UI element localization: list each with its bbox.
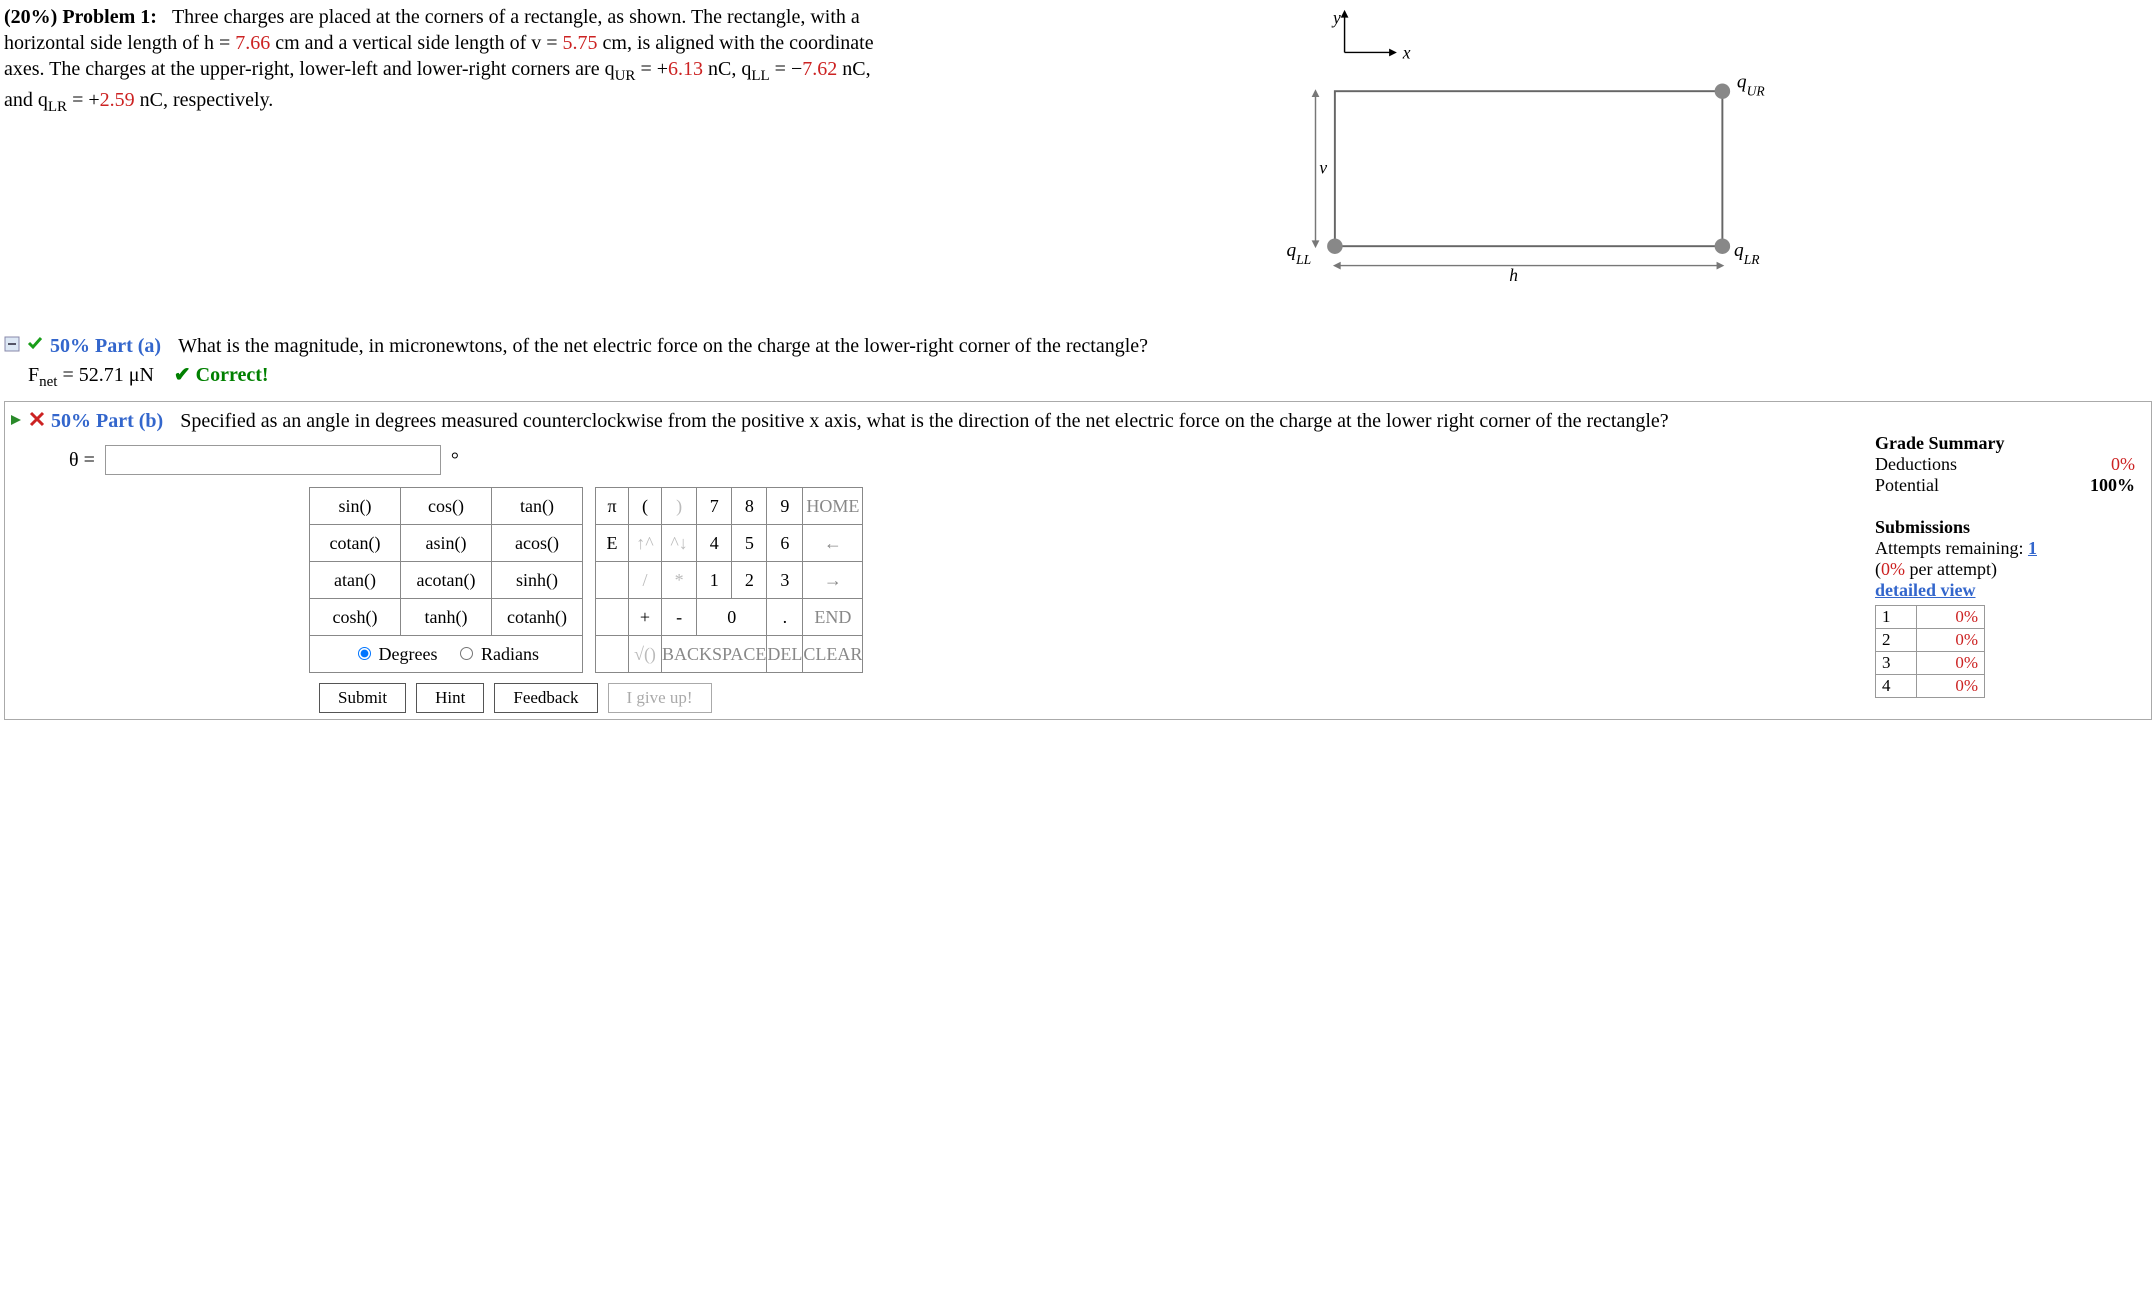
fn-cotan[interactable]: cotan(): [310, 525, 401, 562]
key-supup[interactable]: ↑^: [629, 525, 662, 562]
part-b-weight: 50% Part (b): [51, 410, 163, 433]
key-div[interactable]: /: [629, 562, 662, 599]
svg-text:y: y: [1331, 7, 1341, 27]
key-4[interactable]: 4: [697, 525, 732, 562]
feedback-button[interactable]: Feedback: [494, 683, 597, 713]
fn-acos[interactable]: acos(): [492, 525, 583, 562]
key-5[interactable]: 5: [732, 525, 767, 562]
svg-text:qUR: qUR: [1737, 71, 1765, 98]
key-lparen[interactable]: (: [629, 488, 662, 525]
number-pad: π ( ) 7 8 9 HOME E ↑^ ^↓ 4 5 6: [595, 487, 863, 673]
part-b-panel: 50% Part (b) Specified as an angle in de…: [4, 401, 2152, 720]
fn-cos[interactable]: cos(): [401, 488, 492, 525]
key-9[interactable]: 9: [767, 488, 803, 525]
key-minus[interactable]: -: [662, 599, 697, 636]
fn-sinh[interactable]: sinh(): [492, 562, 583, 599]
key-8[interactable]: 8: [732, 488, 767, 525]
svg-text:v: v: [1319, 158, 1327, 178]
key-blank1: [596, 562, 629, 599]
part-a: 50% Part (a) What is the magnitude, in m…: [4, 334, 2152, 391]
detailed-view-link[interactable]: detailed view: [1875, 580, 1976, 600]
key-end[interactable]: END: [803, 599, 863, 636]
key-dot[interactable]: .: [767, 599, 803, 636]
key-pi[interactable]: π: [596, 488, 629, 525]
play-icon[interactable]: [9, 410, 23, 433]
problem-figure: y x v h qUR qLL qLR: [944, 4, 2152, 314]
key-clear[interactable]: CLEAR: [803, 636, 863, 673]
hint-button[interactable]: Hint: [416, 683, 484, 713]
function-pad: sin() cos() tan() cotan() asin() acos() …: [309, 487, 583, 673]
fn-acotan[interactable]: acotan(): [401, 562, 492, 599]
key-left[interactable]: ←: [803, 525, 863, 562]
fn-cotanh[interactable]: cotanh(): [492, 599, 583, 636]
fn-atan[interactable]: atan(): [310, 562, 401, 599]
answer-input[interactable]: [105, 445, 441, 475]
key-del[interactable]: DEL: [767, 636, 803, 673]
key-e[interactable]: E: [596, 525, 629, 562]
key-3[interactable]: 3: [767, 562, 803, 599]
minus-icon[interactable]: [4, 335, 20, 358]
problem-label: Problem 1:: [62, 6, 157, 28]
giveup-button[interactable]: I give up!: [608, 683, 712, 713]
key-0[interactable]: 0: [697, 599, 767, 636]
part-a-answer: Fnet = 52.71 μN: [28, 364, 154, 386]
fn-asin[interactable]: asin(): [401, 525, 492, 562]
attempts-table: 10% 20% 30% 40%: [1875, 605, 1985, 698]
key-7[interactable]: 7: [697, 488, 732, 525]
svg-text:x: x: [1402, 42, 1411, 62]
submit-button[interactable]: Submit: [319, 683, 406, 713]
svg-text:h: h: [1509, 265, 1518, 285]
key-2[interactable]: 2: [732, 562, 767, 599]
key-home[interactable]: HOME: [803, 488, 863, 525]
correct-badge: ✔ Correct!: [174, 364, 269, 386]
theta-label: θ =: [69, 449, 95, 472]
part-a-weight: 50% Part (a): [50, 335, 161, 358]
svg-text:qLL: qLL: [1286, 240, 1311, 266]
key-mul[interactable]: *: [662, 562, 697, 599]
grade-summary: Grade Summary Deductions0% Potential100%…: [1875, 433, 2147, 698]
check-icon: [26, 334, 44, 358]
key-plus[interactable]: +: [629, 599, 662, 636]
key-supdn[interactable]: ^↓: [662, 525, 697, 562]
fn-tanh[interactable]: tanh(): [401, 599, 492, 636]
fn-cosh[interactable]: cosh(): [310, 599, 401, 636]
svg-text:qLR: qLR: [1734, 240, 1760, 266]
x-icon[interactable]: [29, 410, 45, 433]
fn-sin[interactable]: sin(): [310, 488, 401, 525]
key-blank2: [596, 599, 629, 636]
key-1[interactable]: 1: [697, 562, 732, 599]
key-blank3: [596, 636, 629, 673]
key-backspace[interactable]: BACKSPACE: [662, 636, 767, 673]
key-sqrt[interactable]: √(): [629, 636, 662, 673]
key-rparen[interactable]: ): [662, 488, 697, 525]
key-6[interactable]: 6: [767, 525, 803, 562]
mode-degrees[interactable]: Degrees: [353, 644, 437, 664]
mode-radians[interactable]: Radians: [455, 644, 539, 664]
problem-weight: (20%): [4, 6, 57, 28]
key-right[interactable]: →: [803, 562, 863, 599]
problem-statement: (20%) Problem 1: Three charges are place…: [4, 4, 904, 117]
fn-tan[interactable]: tan(): [492, 488, 583, 525]
